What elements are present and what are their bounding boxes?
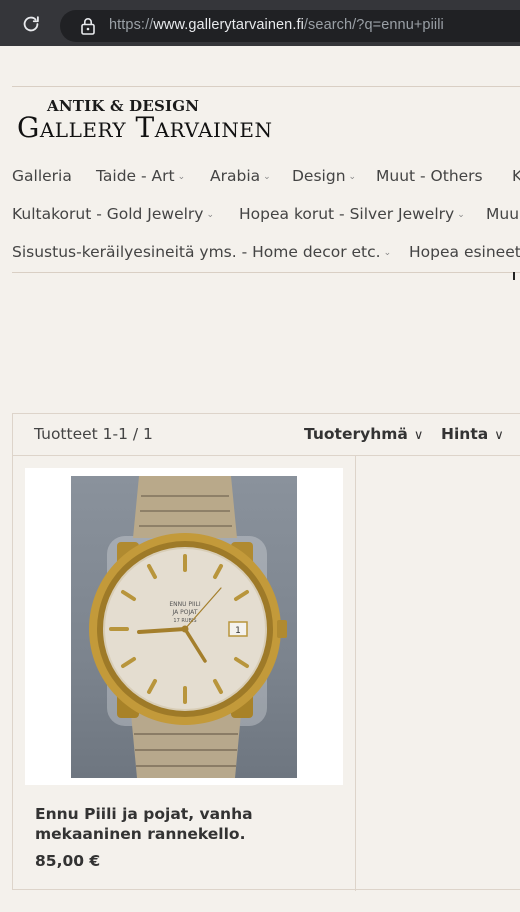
reload-icon[interactable] [20, 13, 42, 35]
chevron-down-icon: ∨ [413, 428, 424, 443]
grid-column-divider [355, 456, 356, 891]
chevron-down-icon: ⌄ [383, 248, 392, 258]
chevron-down-icon: ⌄ [206, 210, 215, 220]
product-listing: Tuotteet 1-1 / 1 Tuoteryhmä ∨ Hinta ∨ 1 … [12, 413, 520, 891]
svg-text:1: 1 [235, 626, 241, 636]
chevron-down-icon: ⌄ [177, 172, 186, 182]
nav-item-hopea-esineet[interactable]: Hopea esineet [409, 243, 520, 261]
browser-toolbar: https://www.gallerytarvainen.fi/search/?… [0, 0, 520, 46]
svg-text:ENNU PIILI: ENNU PIILI [169, 601, 201, 608]
logo-wordmark: Gallery Tarvainen [17, 111, 273, 144]
result-count: Tuotteet 1-1 / 1 [34, 425, 153, 443]
main-nav-row-3: Sisustus-keräilyesineitä yms. - Home dec… [12, 243, 520, 273]
product-price: 85,00 € [35, 852, 101, 870]
nav-item-silver-jewelry[interactable]: Hopea korut - Silver Jewelry ⌄ [239, 205, 465, 223]
listing-toolbar: Tuotteet 1-1 / 1 Tuoteryhmä ∨ Hinta ∨ [13, 414, 520, 456]
nav-item-home-decor[interactable]: Sisustus-keräilyesineitä yms. - Home dec… [12, 243, 391, 261]
nav-item-muu[interactable]: Muu [486, 205, 519, 223]
wristwatch-image: 1 ENNU PIILI JA POJAT 17 RUBIS [89, 476, 287, 778]
gold-wristwatch-photo: 1 ENNU PIILI JA POJAT 17 RUBIS [71, 476, 297, 778]
chevron-down-icon: ⌄ [457, 210, 465, 220]
filter-category-dropdown[interactable]: Tuoteryhmä ∨ [304, 425, 423, 443]
nav-item-k[interactable]: K [512, 167, 520, 185]
site-logo[interactable]: ANTIK & DESIGN Gallery Tarvainen [17, 97, 317, 147]
chevron-down-icon: ⌄ [263, 172, 271, 182]
svg-text:JA POJAT: JA POJAT [172, 609, 198, 616]
nav-item-gold-jewelry[interactable]: Kultakorut - Gold Jewelry ⌄ [12, 205, 214, 223]
nav-item-design[interactable]: Design ⌄ [292, 167, 356, 185]
filter-price-dropdown[interactable]: Hinta ∨ [441, 425, 504, 443]
main-nav-row-2: Kultakorut - Gold Jewelry ⌄ Hopea korut -… [12, 205, 520, 235]
chevron-down-icon: ∨ [494, 428, 504, 443]
product-title-link[interactable]: Ennu Piili ja pojat, vanha mekaaninen ra… [35, 804, 345, 844]
nav-item-taide-art[interactable]: Taide - Art ⌄ [96, 167, 185, 185]
address-bar[interactable]: https://www.gallerytarvainen.fi/search/?… [60, 10, 520, 42]
url-text: https://www.gallerytarvainen.fi/search/?… [109, 17, 444, 33]
main-nav-row-1: Galleria Taide - Art ⌄ Arabia ⌄ Design ⌄ Mu… [12, 167, 520, 197]
nav-item-arabia[interactable]: Arabia ⌄ [210, 167, 271, 185]
header-divider [12, 86, 520, 87]
nav-item-galleria[interactable]: Galleria [12, 167, 72, 185]
nav-divider [12, 272, 520, 273]
clipped-glyph [513, 272, 515, 280]
lock-icon[interactable] [80, 17, 96, 35]
product-image-link[interactable]: 1 ENNU PIILI JA POJAT 17 RUBIS [25, 468, 343, 785]
chevron-down-icon: ⌄ [348, 172, 357, 182]
nav-item-muut-others[interactable]: Muut - Others [376, 167, 483, 185]
